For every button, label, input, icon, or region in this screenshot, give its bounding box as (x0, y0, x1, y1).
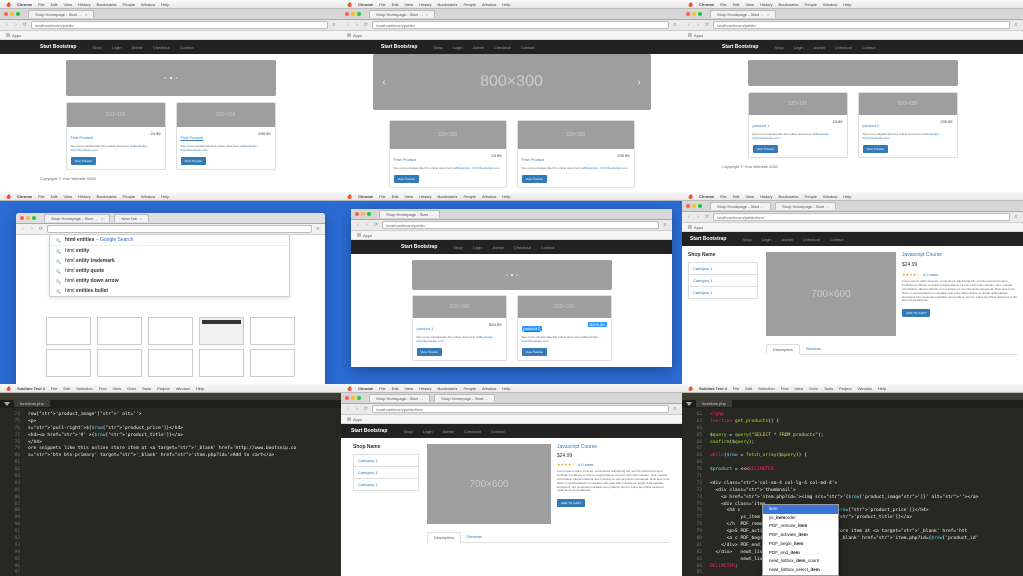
footer: Copyright © Your Website 2030 (0, 170, 341, 187)
tile-3: 🍎ChromeFileEditViewHistoryBookmarksPeopl… (682, 0, 1023, 192)
tab-reviews[interactable]: Reviews (800, 344, 827, 354)
editor-window: functions.php 62636465666768697071727374… (682, 393, 1023, 576)
product-title[interactable]: First Product (181, 135, 204, 140)
tile-2: 🍎ChromeFileEditViewHistoryBookmarksPeopl… (341, 0, 682, 192)
mac-menubar[interactable]: 🍎ChromeFileEditViewHistoryBookmarksPeopl… (341, 0, 682, 9)
nav-shop[interactable]: Shop (92, 45, 101, 50)
product-name[interactable]: Javascript Course (902, 252, 1017, 258)
gutter: 7475767778798081828384858687888990919293… (0, 408, 24, 576)
shop-name: Shop Name (688, 252, 758, 258)
nav-admin[interactable]: Admin (132, 45, 143, 50)
reload-button[interactable]: ⟳ (22, 22, 28, 28)
code-area[interactable]: <?php function get_products() { $query =… (706, 408, 1023, 576)
bookmark-bar[interactable]: Apps (0, 31, 341, 40)
product-desc: See more snippets like this online store… (181, 144, 271, 152)
back-button[interactable]: ‹ (4, 22, 10, 28)
product-card-1[interactable]: 320×150 First Product 24.99 See more sni… (66, 102, 166, 170)
tab-shop[interactable]: Shop Homepage - Start …× (28, 10, 94, 18)
product-price: $24.99 (902, 262, 1017, 268)
suggestion[interactable]: html entity down arrow (50, 276, 289, 286)
suggestion[interactable]: html entity trademark (50, 256, 289, 266)
menu-icon[interactable]: ≡ (331, 22, 337, 28)
omnibox[interactable] (47, 225, 312, 233)
editor-tab[interactable]: functions.php (14, 400, 50, 407)
site-navbar: Start Bootstrap Shop Login Admin Checkou… (0, 40, 341, 54)
most-visited (16, 317, 325, 345)
browser-tabbar: Shop Homepage - Start …× (0, 9, 341, 20)
code-area[interactable]: row["str">'product_image']"str">' alt=''… (24, 408, 341, 576)
tile-4: 🍎ChromeFileEditViewHistoryBookmarksPeopl… (0, 192, 341, 384)
browser-urlbar: ‹ › ⟳ localhost/ecom/public/ ≡ (0, 20, 341, 31)
tile-8: 🍎ChromeFileEditViewHistoryBookmarksPeopl… (341, 384, 682, 576)
tab-newtab[interactable]: New Tab× (114, 214, 149, 222)
close-icon[interactable]: × (85, 12, 87, 17)
product-price: 24.99 (150, 131, 160, 136)
carousel-next-icon[interactable]: › (637, 77, 640, 88)
mac-menubar[interactable]: 🍎Chrome FileEditViewHistoryBookmarksPeop… (0, 0, 341, 9)
brand[interactable]: Start Bootstrap (40, 44, 76, 50)
placeholder-text: 800×300 (480, 73, 543, 91)
editor-tab[interactable]: functions.php (696, 400, 732, 407)
category-link[interactable]: Category 1 (688, 286, 758, 299)
forward-button[interactable]: › (13, 22, 19, 28)
product-desc: See more snippets like this online store… (71, 144, 161, 152)
address-field[interactable]: localhost/ecom/public/ (372, 21, 669, 29)
product-title[interactable]: First Product (71, 135, 94, 140)
view-button[interactable]: View Tutorial (181, 157, 206, 165)
tile-1: 🍎Chrome FileEditViewHistoryBookmarksPeop… (0, 0, 341, 192)
tile-9: 🍎Sublime Text 2FileEditSelectionFindView… (682, 384, 1023, 576)
search-suggestions: html entities – Google Search html entit… (49, 234, 290, 297)
product-card-2[interactable]: 320×150 First Product 299.99 See more sn… (176, 102, 276, 170)
tile-5: 🍎ChromeFileEditViewHistoryBookmarksPeopl… (341, 192, 682, 384)
nav-checkout[interactable]: Checkout (153, 45, 170, 50)
suggestion[interactable]: html entity quote (50, 266, 289, 276)
add-to-cart-button[interactable]: ADD TO CART (902, 309, 930, 317)
editor-window: functions.php 74757677787980818283848586… (0, 393, 341, 576)
tile-7: 🍎Sublime Text 2FileEditSelectionFindView… (0, 384, 341, 576)
product-description: Lorem ipsum dolor sit amet, consectetur … (902, 280, 1017, 303)
tab-description[interactable]: Description (766, 344, 800, 355)
nav-contact[interactable]: Contact (180, 45, 194, 50)
suggestion[interactable]: html entity (50, 246, 289, 256)
suggestion[interactable]: html entities bullet (50, 286, 289, 296)
product-tabs: Description Reviews (766, 344, 1017, 355)
carousel-prev-icon[interactable]: ‹ (382, 77, 385, 88)
nav-login[interactable]: Login (112, 45, 122, 50)
address-field[interactable]: localhost/ecom/public/ (31, 21, 328, 29)
back-button[interactable]: ‹ (345, 22, 351, 28)
tile-6: 🍎ChromeFileEditViewHistoryBookmarksPeopl… (682, 192, 1023, 384)
rating: ★★★★☆4.0 stars (902, 272, 1017, 277)
tab-shop[interactable]: Shop Homepage - Start …× (369, 10, 435, 18)
gutter: 6263646566676869707172737475767778798081… (682, 408, 706, 576)
product-price: 299.99 (258, 131, 270, 136)
view-button[interactable]: View Tutorial (71, 157, 96, 165)
autocomplete-popup[interactable]: item ys_itemorder PDF_remove_item PDF_ac… (762, 504, 839, 576)
sidebar: Shop Name Category 1 Category 1 Category… (688, 252, 758, 298)
